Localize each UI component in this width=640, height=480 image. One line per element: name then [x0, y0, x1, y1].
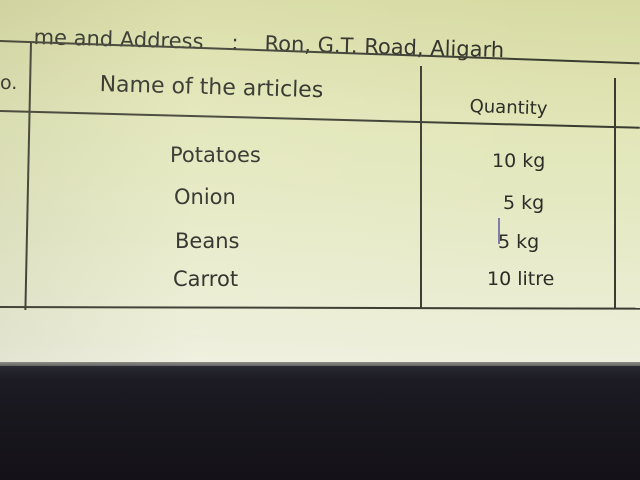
article-cell: Onion	[174, 185, 236, 209]
quantity-cell: 5 kg	[498, 231, 540, 253]
article-cell: Potatoes	[170, 143, 261, 167]
dark-background	[0, 366, 640, 480]
quantity-cell: 5 kg	[503, 192, 545, 214]
quantity-cell: 10 litre	[487, 268, 555, 290]
pencil-mark	[498, 218, 500, 244]
serial-header-fragment: o.	[0, 72, 18, 94]
article-cell: Carrot	[173, 267, 239, 291]
address-separator: :	[231, 30, 239, 55]
right-column-divider	[614, 78, 616, 308]
quantity-column-divider	[420, 66, 422, 308]
article-cell: Beans	[175, 229, 240, 253]
column-header-quantity: Quantity	[469, 96, 548, 120]
photo-of-document: me and Address: Ron, G.T. Road, Aligarh o…	[0, 0, 640, 480]
quantity-cell: 10 kg	[492, 150, 546, 172]
address-label: me and Address	[33, 25, 204, 54]
